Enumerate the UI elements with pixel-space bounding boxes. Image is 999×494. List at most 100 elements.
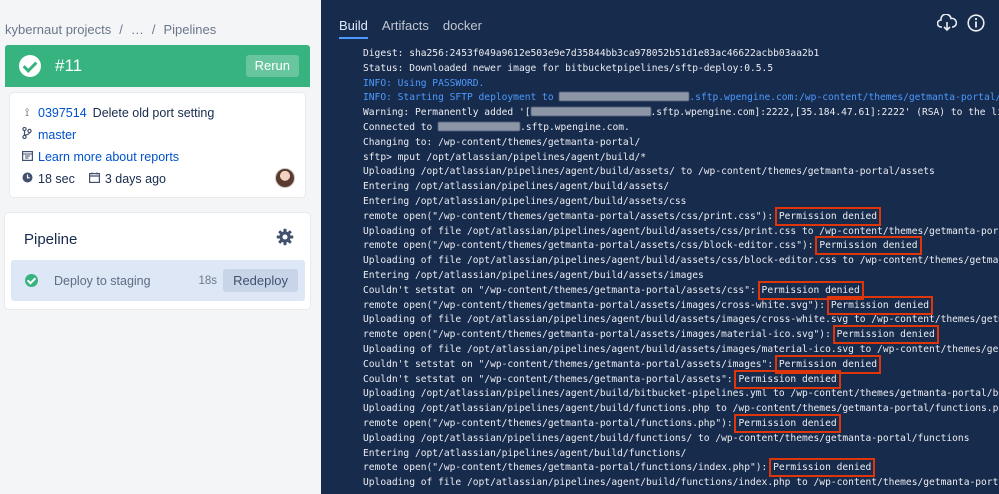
report-icon: [22, 150, 34, 164]
log-line: Uploading of file /opt/atlassian/pipelin…: [363, 225, 999, 240]
log-text: Uploading /opt/atlassian/pipelines/agent…: [363, 166, 935, 178]
log-line: Changing to: /wp-content/themes/getmanta…: [363, 136, 999, 151]
log-text: remote open("/wp-content/themes/getmanta…: [363, 210, 779, 222]
log-line: Entering /opt/atlassian/pipelines/agent/…: [363, 195, 999, 210]
permission-denied-highlight: Permission denied: [815, 236, 922, 256]
log-text: Entering /opt/atlassian/pipelines/agent/…: [363, 269, 704, 281]
reports-row: Learn more about reports: [22, 150, 179, 164]
log-text: Uploading of file /opt/atlassian/pipelin…: [363, 477, 999, 489]
log-line: Uploading /opt/atlassian/pipelines/agent…: [363, 432, 999, 447]
permission-denied-highlight: Permission denied: [774, 206, 882, 226]
permission-denied-highlight: Permission denied: [774, 354, 882, 374]
breadcrumb-pipelines[interactable]: Pipelines: [163, 22, 216, 37]
clock-icon: [22, 172, 33, 186]
log-line: Digest: sha256:2453f049a9612e503e9e7d358…: [363, 47, 999, 62]
log-line: Uploading of file /opt/atlassian/pipelin…: [363, 313, 999, 328]
run-number: #11: [55, 56, 83, 75]
rerun-button[interactable]: Rerun: [245, 55, 299, 77]
redacted-hostname: [438, 121, 521, 131]
log-line: Couldn't setstat on "/wp-content/themes/…: [363, 280, 999, 300]
author-avatar[interactable]: [275, 168, 295, 188]
log-text: Entering /opt/atlassian/pipelines/agent/…: [363, 195, 687, 207]
run-date: 3 days ago: [104, 172, 167, 186]
log-line: Entering /opt/atlassian/pipelines/agent/…: [363, 180, 999, 195]
log-text-continued: .sftp.wpengine.com]:2222,[35.184.47.61]:…: [650, 107, 999, 119]
log-text: Status: Downloaded newer image for bitbu…: [363, 62, 774, 74]
download-cloud-icon[interactable]: [937, 14, 957, 32]
breadcrumb: kybernaut projects / … / Pipelines: [5, 22, 216, 37]
branch-row: master: [22, 126, 76, 142]
log-text: Uploading /opt/atlassian/pipelines/agent…: [363, 432, 970, 444]
branch-icon: [22, 126, 32, 142]
commit-hash-link[interactable]: 0397514: [38, 106, 87, 120]
pipeline-sidebar: kybernaut projects / … / Pipelines #11 R…: [0, 0, 321, 494]
log-text: Entering /opt/atlassian/pipelines/agent/…: [363, 447, 687, 459]
log-text: remote open("/wp-content/themes/getmanta…: [363, 417, 739, 429]
permission-denied-highlight: Permission denied: [769, 458, 876, 478]
log-line: INFO: Using PASSWORD.: [363, 77, 999, 92]
log-line: Uploading /opt/atlassian/pipelines/agent…: [363, 165, 999, 180]
build-log: Digest: sha256:2453f049a9612e503e9e7d358…: [363, 47, 999, 491]
redacted-hostname: [530, 107, 651, 117]
log-line: remote open("/wp-content/themes/getmanta…: [363, 295, 999, 315]
run-status-bar: #11 Rerun: [5, 45, 310, 87]
breadcrumb-separator: /: [151, 22, 156, 37]
log-line: Status: Downloaded newer image for bitbu…: [363, 62, 999, 77]
log-line: Uploading /opt/atlassian/pipelines/agent…: [363, 387, 999, 402]
gear-icon[interactable]: [276, 228, 294, 246]
log-text-continued: .sftp.wpengine.com:/wp-content/themes/ge…: [689, 92, 999, 104]
step-duration: 18s: [198, 274, 217, 287]
log-text: Uploading of file /opt/atlassian/pipelin…: [363, 225, 999, 237]
permission-denied-highlight: Permission denied: [734, 369, 841, 389]
tab-docker[interactable]: docker: [443, 18, 482, 39]
log-line: Entering /opt/atlassian/pipelines/agent/…: [363, 447, 999, 462]
log-text-continued: .sftp.wpengine.com.: [520, 121, 630, 133]
log-text: Uploading of file /opt/atlassian/pipelin…: [363, 343, 999, 355]
pipeline-card: Pipeline Deploy to staging 18s Redeploy: [5, 213, 310, 309]
log-text: Connected to: [363, 121, 439, 133]
log-text: Entering /opt/atlassian/pipelines/agent/…: [363, 181, 670, 193]
commit-icon: ⟟: [24, 106, 30, 119]
log-line: Uploading of file /opt/atlassian/pipelin…: [363, 343, 999, 358]
reports-link[interactable]: Learn more about reports: [38, 150, 179, 164]
log-line: remote open("/wp-content/themes/getmanta…: [363, 236, 999, 256]
breadcrumb-separator: /: [119, 22, 123, 37]
permission-denied-highlight: Permission denied: [734, 413, 841, 433]
log-text: Couldn't setstat on "/wp-content/themes/…: [363, 373, 739, 385]
breadcrumb-ellipsis[interactable]: …: [131, 22, 144, 37]
log-text: Changing to: /wp-content/themes/getmanta…: [363, 136, 641, 148]
tab-artifacts[interactable]: Artifacts: [382, 18, 429, 39]
commit-row: ⟟ 0397514 Delete old port setting: [22, 106, 214, 120]
log-text: INFO: Using PASSWORD.: [363, 77, 485, 89]
log-line: Uploading of file /opt/atlassian/pipelin…: [363, 476, 999, 491]
log-line: Warning: Permanently added '[ .sftp.wpeng…: [363, 106, 999, 121]
log-toolbar: [937, 14, 985, 32]
log-line: Entering /opt/atlassian/pipelines/agent/…: [363, 269, 999, 284]
log-line: Uploading of file /opt/atlassian/pipelin…: [363, 254, 999, 269]
log-text: INFO: Starting SFTP deployment to: [363, 92, 560, 104]
log-text: Uploading /opt/atlassian/pipelines/agent…: [363, 403, 999, 415]
log-line: Uploading /opt/atlassian/pipelines/agent…: [363, 402, 999, 417]
info-icon[interactable]: [967, 14, 985, 32]
log-text: Uploading /opt/atlassian/pipelines/agent…: [363, 388, 999, 400]
log-tabs: Build Artifacts docker: [339, 18, 482, 39]
log-line: sftp> mput /opt/atlassian/pipelines/agen…: [363, 151, 999, 166]
tab-build[interactable]: Build: [339, 18, 368, 39]
log-text: Uploading of file /opt/atlassian/pipelin…: [363, 314, 999, 326]
permission-denied-highlight: Permission denied: [826, 295, 934, 315]
log-text: remote open("/wp-content/themes/getmanta…: [363, 462, 774, 474]
commit-message: Delete old port setting: [92, 106, 215, 120]
branch-link[interactable]: master: [38, 128, 76, 142]
log-text: Warning: Permanently added '[: [363, 107, 531, 119]
log-line: remote open("/wp-content/themes/getmanta…: [363, 458, 999, 478]
run-duration: 18 sec: [38, 172, 75, 186]
breadcrumb-project[interactable]: kybernaut projects: [5, 22, 111, 37]
pipeline-step-deploy-to-staging[interactable]: Deploy to staging 18s Redeploy: [11, 260, 305, 301]
redeploy-button[interactable]: Redeploy: [223, 269, 298, 292]
log-text: remote open("/wp-content/themes/getmanta…: [363, 329, 837, 341]
log-text: remote open("/wp-content/themes/getmanta…: [363, 240, 820, 252]
log-line: Couldn't setstat on "/wp-content/themes/…: [363, 354, 999, 374]
step-success-icon: [25, 274, 38, 287]
log-line: remote open("/wp-content/themes/getmanta…: [363, 325, 999, 345]
step-name: Deploy to staging: [54, 273, 151, 288]
